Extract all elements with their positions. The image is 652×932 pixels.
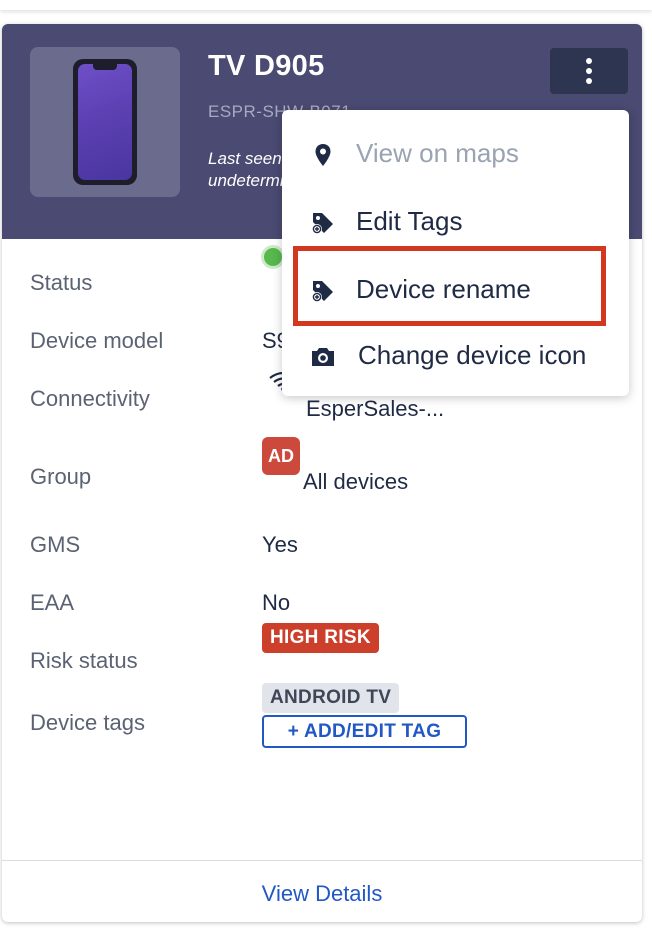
menu-item-view-on-maps[interactable]: View on maps — [282, 124, 629, 184]
menu-item-label: Edit Tags — [356, 206, 463, 236]
add-edit-tag-button[interactable]: + ADD/EDIT TAG — [262, 715, 467, 748]
tag-icon — [312, 213, 333, 234]
menu-item-edit-tags[interactable]: Edit Tags — [282, 192, 629, 252]
device-model-label: Device model — [30, 328, 164, 353]
status-online-icon — [264, 248, 282, 266]
gms-value: Yes — [262, 532, 298, 557]
device-tag-chip: ANDROID TV — [262, 683, 400, 713]
kebab-dot-icon — [586, 58, 592, 64]
menu-item-change-device-icon[interactable]: Change device icon — [282, 326, 629, 386]
group-label: Group — [30, 464, 92, 489]
map-pin-icon — [315, 144, 331, 166]
connectivity-label: Connectivity — [30, 386, 150, 411]
last-seen-text: Last seen undetermined — [208, 149, 312, 190]
camera-icon — [312, 348, 334, 366]
kebab-dot-icon — [586, 78, 592, 84]
gms-label: GMS — [30, 532, 81, 557]
previous-card-edge — [0, 0, 652, 10]
menu-item-label: View on maps — [356, 138, 519, 168]
risk-status-label: Risk status — [30, 648, 138, 673]
menu-item-label: Change device icon — [358, 340, 587, 370]
status-label: Status — [30, 270, 93, 295]
highlight-annotation-box — [293, 246, 606, 326]
view-details-link[interactable]: View Details — [2, 881, 642, 907]
device-tags-label: Device tags — [30, 710, 145, 735]
footer-divider — [2, 860, 642, 861]
kebab-dot-icon — [586, 68, 592, 74]
group-avatar-badge: AD — [262, 437, 300, 475]
eaa-value: No — [262, 590, 291, 615]
connectivity-value: EsperSales-... — [306, 396, 445, 421]
device-thumbnail — [30, 47, 180, 197]
eaa-label: EAA — [30, 590, 75, 615]
phone-icon — [73, 59, 137, 185]
risk-status-badge: HIGH RISK — [262, 623, 379, 653]
more-options-button[interactable] — [550, 48, 628, 94]
device-name: TV D905 — [208, 50, 325, 82]
group-value[interactable]: All devices — [303, 469, 408, 495]
